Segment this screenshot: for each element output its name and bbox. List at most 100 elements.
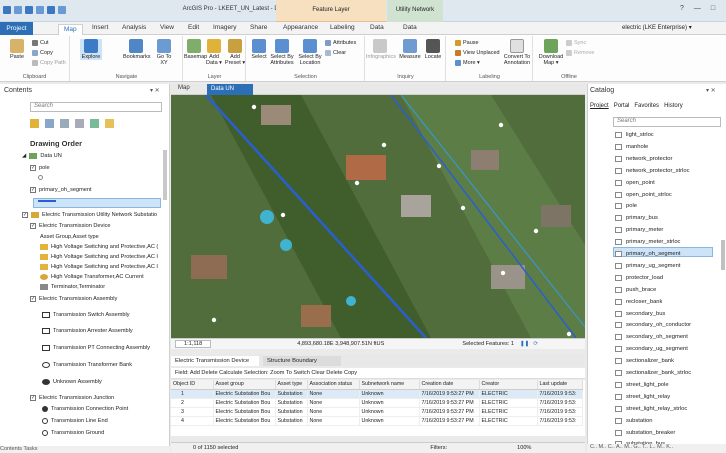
contents-search-input[interactable]: Search <box>30 102 162 112</box>
download-map-button[interactable]: Download Map ▾ <box>537 39 565 66</box>
toc-transmission-junction[interactable]: ✓ Electric Transmission Junction <box>30 395 114 401</box>
help-button[interactable]: ? <box>680 5 684 12</box>
add-data-button[interactable]: Add Data ▾ <box>205 39 223 66</box>
toc-symbol-class[interactable]: Transmission Switch Assembly <box>42 312 130 318</box>
catalog-item[interactable]: secondary_ug_segment <box>615 346 688 353</box>
tab-data-layer[interactable]: Data <box>370 24 384 31</box>
toc-transmission-assembly[interactable]: ✓ Electric Transmission Assembly <box>30 296 117 302</box>
table-row[interactable]: 2 Electric Substation Bou Substation None Un… <box>171 398 583 408</box>
basemap-button[interactable]: Basemap <box>184 39 207 60</box>
contents-scrollbar[interactable] <box>163 150 167 200</box>
toc-symbol-class[interactable]: Transmission Line End <box>42 418 108 424</box>
tab-catalog-portal[interactable]: Portal <box>614 103 630 109</box>
view-unplaced-button[interactable]: View Unplaced <box>455 50 500 56</box>
catalog-item[interactable]: secondary_oh_conductor <box>615 322 691 329</box>
tab-labeling[interactable]: Labeling <box>330 24 355 31</box>
column-header[interactable]: Asset group <box>213 380 276 390</box>
column-header[interactable]: Object ID <box>171 380 214 390</box>
locate-button[interactable]: Locate <box>423 39 443 60</box>
catalog-item[interactable]: primary_ug_segment <box>615 262 680 269</box>
list-by-drawing-order-icon[interactable] <box>30 119 39 128</box>
scale-selector[interactable]: 1:1,118 <box>175 340 212 348</box>
copy-path-button[interactable]: Copy Path <box>32 60 66 66</box>
minimize-button[interactable]: — <box>694 5 701 12</box>
contents-pin-close[interactable]: ▾ ✕ <box>150 87 160 94</box>
toc-symbol-class[interactable]: Unknown Assembly <box>42 379 102 385</box>
column-header[interactable]: Association status <box>307 380 360 390</box>
list-by-labeling-icon[interactable] <box>105 119 114 128</box>
catalog-search-input[interactable]: Search <box>613 117 721 127</box>
catalog-item[interactable]: secondary_bus <box>615 310 665 317</box>
attribute-table[interactable]: Object ID Asset group Asset type Associa… <box>171 380 585 436</box>
tab-electric-transmission-device[interactable]: Electric Transmission Device <box>171 356 259 366</box>
column-header[interactable]: Asset type <box>275 380 308 390</box>
list-by-selection-icon[interactable] <box>60 119 69 128</box>
select-by-location-button[interactable]: Select By Location <box>297 39 323 66</box>
toc-transmission-device[interactable]: ✓ Electric Transmission Device <box>30 223 111 229</box>
catalog-item[interactable]: primary_meter <box>615 227 663 234</box>
catalog-item[interactable]: open_point <box>615 179 655 186</box>
catalog-scrollbar[interactable] <box>721 240 725 270</box>
table-row[interactable]: 4 Electric Substation Bou Substation None Un… <box>171 416 583 426</box>
map-view[interactable] <box>171 95 585 338</box>
remove-button[interactable]: Remove <box>566 50 594 56</box>
tab-imagery[interactable]: Imagery <box>213 24 236 31</box>
catalog-item[interactable]: light_strloc <box>615 132 654 138</box>
undo-icon[interactable] <box>47 6 55 14</box>
catalog-item[interactable]: push_brace <box>615 286 656 293</box>
tab-view[interactable]: View <box>160 24 174 31</box>
infographics-button[interactable]: Infographics <box>366 39 396 60</box>
list-by-snapping-icon[interactable] <box>90 119 99 128</box>
tab-catalog-favorites[interactable]: Favorites <box>634 103 659 109</box>
table-row[interactable]: 1 Electric Substation Bou Substation None Un… <box>171 389 583 399</box>
toc-symbol-class[interactable]: High Voltage Switching and Protective,AC… <box>40 254 158 260</box>
catalog-bottom-tabs[interactable]: C.. M.. C.. A.. M.. G.. T.. L.. M.. K.. <box>587 444 726 453</box>
catalog-item[interactable]: pole <box>615 203 637 210</box>
contents-bottom-tabs[interactable]: Contents Tasks <box>0 446 170 453</box>
tab-catalog-project[interactable]: Project <box>590 103 609 109</box>
catalog-item[interactable]: primary_meter_strloc <box>615 239 680 246</box>
select-button[interactable]: Select <box>250 39 268 60</box>
open-icon[interactable] <box>25 6 33 14</box>
toc-symbol-class[interactable]: High Voltage Switching and Protective,AC… <box>40 264 158 270</box>
quick-access-toolbar[interactable] <box>3 6 66 14</box>
toc-map[interactable]: ◢ Data UN <box>22 153 62 159</box>
catalog-item[interactable]: recloser_bank <box>615 298 662 305</box>
goto-xy-button[interactable]: Go To XY <box>153 39 175 66</box>
catalog-item[interactable]: substation <box>615 417 652 424</box>
toc-layer-pole[interactable]: ✓ pole <box>30 165 50 171</box>
column-header[interactable]: Last update <box>537 380 583 390</box>
tab-analysis[interactable]: Analysis <box>122 24 146 31</box>
convert-to-annotation-button[interactable]: Convert To Annotation <box>502 39 532 66</box>
tab-share[interactable]: Share <box>250 24 267 31</box>
user-account[interactable]: electric (LKE Enterprise) ▾ <box>622 24 692 31</box>
refresh-icon[interactable]: ⟳ <box>533 341 538 347</box>
column-header[interactable]: Subnetwork name <box>359 380 420 390</box>
catalog-item[interactable]: secondary_oh_segment <box>615 334 688 341</box>
maximize-button[interactable]: □ <box>711 5 715 12</box>
table-zoom[interactable]: 100% <box>517 445 531 451</box>
catalog-item[interactable]: substation_breaker <box>615 429 675 436</box>
table-row[interactable]: 3 Electric Substation Bou Substation None Un… <box>171 407 583 417</box>
catalog-item[interactable]: primary_bus <box>615 215 658 222</box>
column-header[interactable]: Creator <box>479 380 538 390</box>
tab-map-view[interactable]: Map <box>178 85 190 91</box>
catalog-item[interactable]: street_light_pole <box>615 381 669 388</box>
toc-symbol-class[interactable]: Transmission Connection Point <box>42 406 128 412</box>
tab-catalog-history[interactable]: History <box>664 103 683 109</box>
catalog-item[interactable]: primary_oh_segment <box>615 251 680 257</box>
list-by-source-icon[interactable] <box>45 119 54 128</box>
tab-project[interactable]: Project <box>0 22 33 35</box>
catalog-item[interactable]: protector_load <box>615 274 663 281</box>
toc-symbol-class[interactable]: Transmission Ground <box>42 430 104 436</box>
save-icon[interactable] <box>36 6 44 14</box>
toc-symbol-class[interactable]: High Voltage Transformer,AC Current <box>40 274 144 280</box>
filters-label[interactable]: Filters: <box>430 445 447 451</box>
attributes-button[interactable]: Attributes <box>325 40 356 46</box>
tab-edit[interactable]: Edit <box>188 24 199 31</box>
explore-button[interactable]: Explore <box>80 39 102 60</box>
new-icon[interactable] <box>14 6 22 14</box>
copy-button[interactable]: Copy <box>32 50 53 56</box>
tab-appearance[interactable]: Appearance <box>283 24 318 31</box>
tab-data-un-view[interactable]: Data UN <box>207 84 253 95</box>
